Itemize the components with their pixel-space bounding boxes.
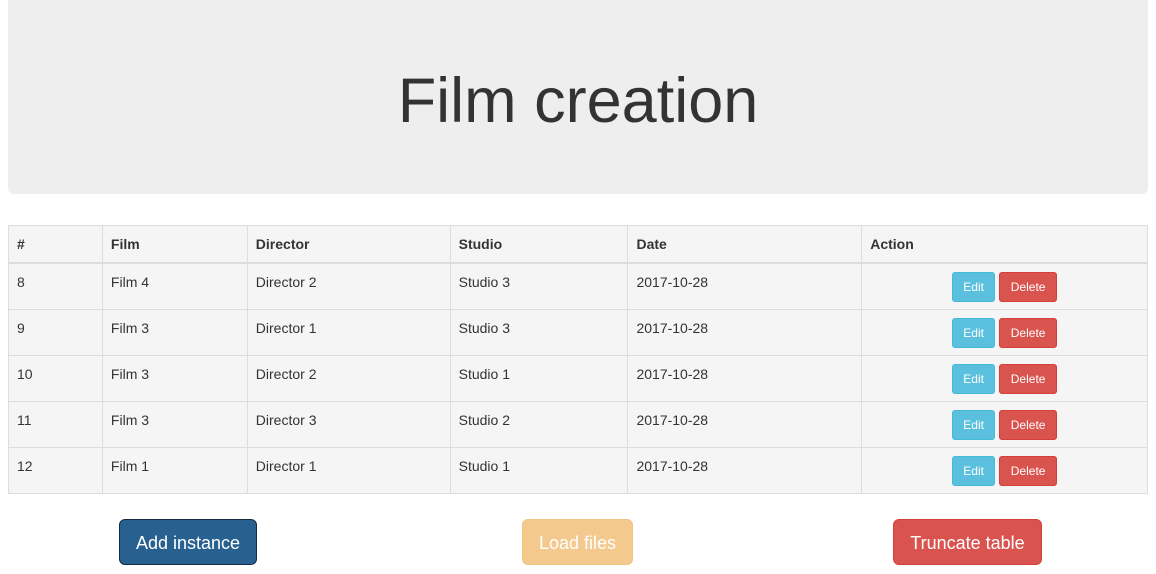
cell-studio: Studio 2: [449, 400, 629, 448]
cell-studio: Studio 1: [449, 446, 629, 494]
cell-director: Director 2: [246, 354, 451, 402]
cell-actions: Edit Delete: [861, 308, 1148, 356]
table-row: 8 Film 4 Director 2 Studio 3 2017-10-28 …: [8, 262, 1148, 310]
table-body: 8 Film 4 Director 2 Studio 3 2017-10-28 …: [8, 262, 1148, 494]
cell-id: 12: [8, 446, 103, 494]
edit-button[interactable]: Edit: [952, 455, 996, 486]
cell-date: 2017-10-28: [627, 354, 863, 402]
table-row: 10 Film 3 Director 2 Studio 1 2017-10-28…: [8, 354, 1148, 402]
load-files-button[interactable]: Load files: [522, 519, 633, 565]
column-header-number: #: [8, 225, 103, 264]
cell-date: 2017-10-28: [627, 262, 863, 310]
table-header: # Film Director Studio Date Action: [8, 225, 1148, 264]
table-row: 11 Film 3 Director 3 Studio 2 2017-10-28…: [8, 400, 1148, 448]
column-header-action: Action: [861, 225, 1148, 264]
films-table: # Film Director Studio Date Action 8 Fil…: [8, 225, 1148, 494]
truncate-table-button[interactable]: Truncate table: [893, 519, 1042, 565]
delete-button[interactable]: Delete: [999, 317, 1058, 348]
cell-actions: Edit Delete: [861, 446, 1148, 494]
cell-id: 8: [8, 262, 103, 310]
add-instance-button[interactable]: Add instance: [119, 519, 257, 565]
cell-date: 2017-10-28: [627, 400, 863, 448]
cell-date: 2017-10-28: [627, 446, 863, 494]
table-row: 12 Film 1 Director 1 Studio 1 2017-10-28…: [8, 446, 1148, 494]
cell-studio: Studio 3: [449, 262, 629, 310]
delete-button[interactable]: Delete: [999, 455, 1058, 486]
cell-director: Director 1: [246, 446, 451, 494]
cell-id: 10: [8, 354, 103, 402]
table-row: 9 Film 3 Director 1 Studio 3 2017-10-28 …: [8, 308, 1148, 356]
cell-director: Director 3: [246, 400, 451, 448]
cell-film: Film 1: [101, 446, 248, 494]
cell-film: Film 4: [101, 262, 248, 310]
page-title: Film creation: [397, 66, 759, 136]
cell-actions: Edit Delete: [861, 400, 1148, 448]
cell-film: Film 3: [101, 400, 248, 448]
cell-actions: Edit Delete: [861, 354, 1148, 402]
cell-studio: Studio 3: [449, 308, 629, 356]
edit-button[interactable]: Edit: [952, 317, 996, 348]
delete-button[interactable]: Delete: [999, 409, 1058, 440]
delete-button[interactable]: Delete: [999, 272, 1058, 302]
cell-actions: Edit Delete: [861, 262, 1148, 310]
edit-button[interactable]: Edit: [952, 363, 996, 394]
cell-date: 2017-10-28: [627, 308, 863, 356]
edit-button[interactable]: Edit: [952, 272, 996, 302]
cell-film: Film 3: [101, 308, 248, 356]
cell-director: Director 2: [246, 262, 451, 310]
column-header-director: Director: [246, 225, 451, 264]
cell-id: 9: [8, 308, 103, 356]
page-header: Film creation: [8, 0, 1148, 194]
delete-button[interactable]: Delete: [999, 363, 1058, 394]
column-header-film: Film: [101, 225, 248, 264]
cell-studio: Studio 1: [449, 354, 629, 402]
cell-id: 11: [8, 400, 103, 448]
cell-film: Film 3: [101, 354, 248, 402]
column-header-studio: Studio: [449, 225, 629, 264]
column-header-date: Date: [627, 225, 863, 264]
edit-button[interactable]: Edit: [952, 409, 996, 440]
cell-director: Director 1: [246, 308, 451, 356]
